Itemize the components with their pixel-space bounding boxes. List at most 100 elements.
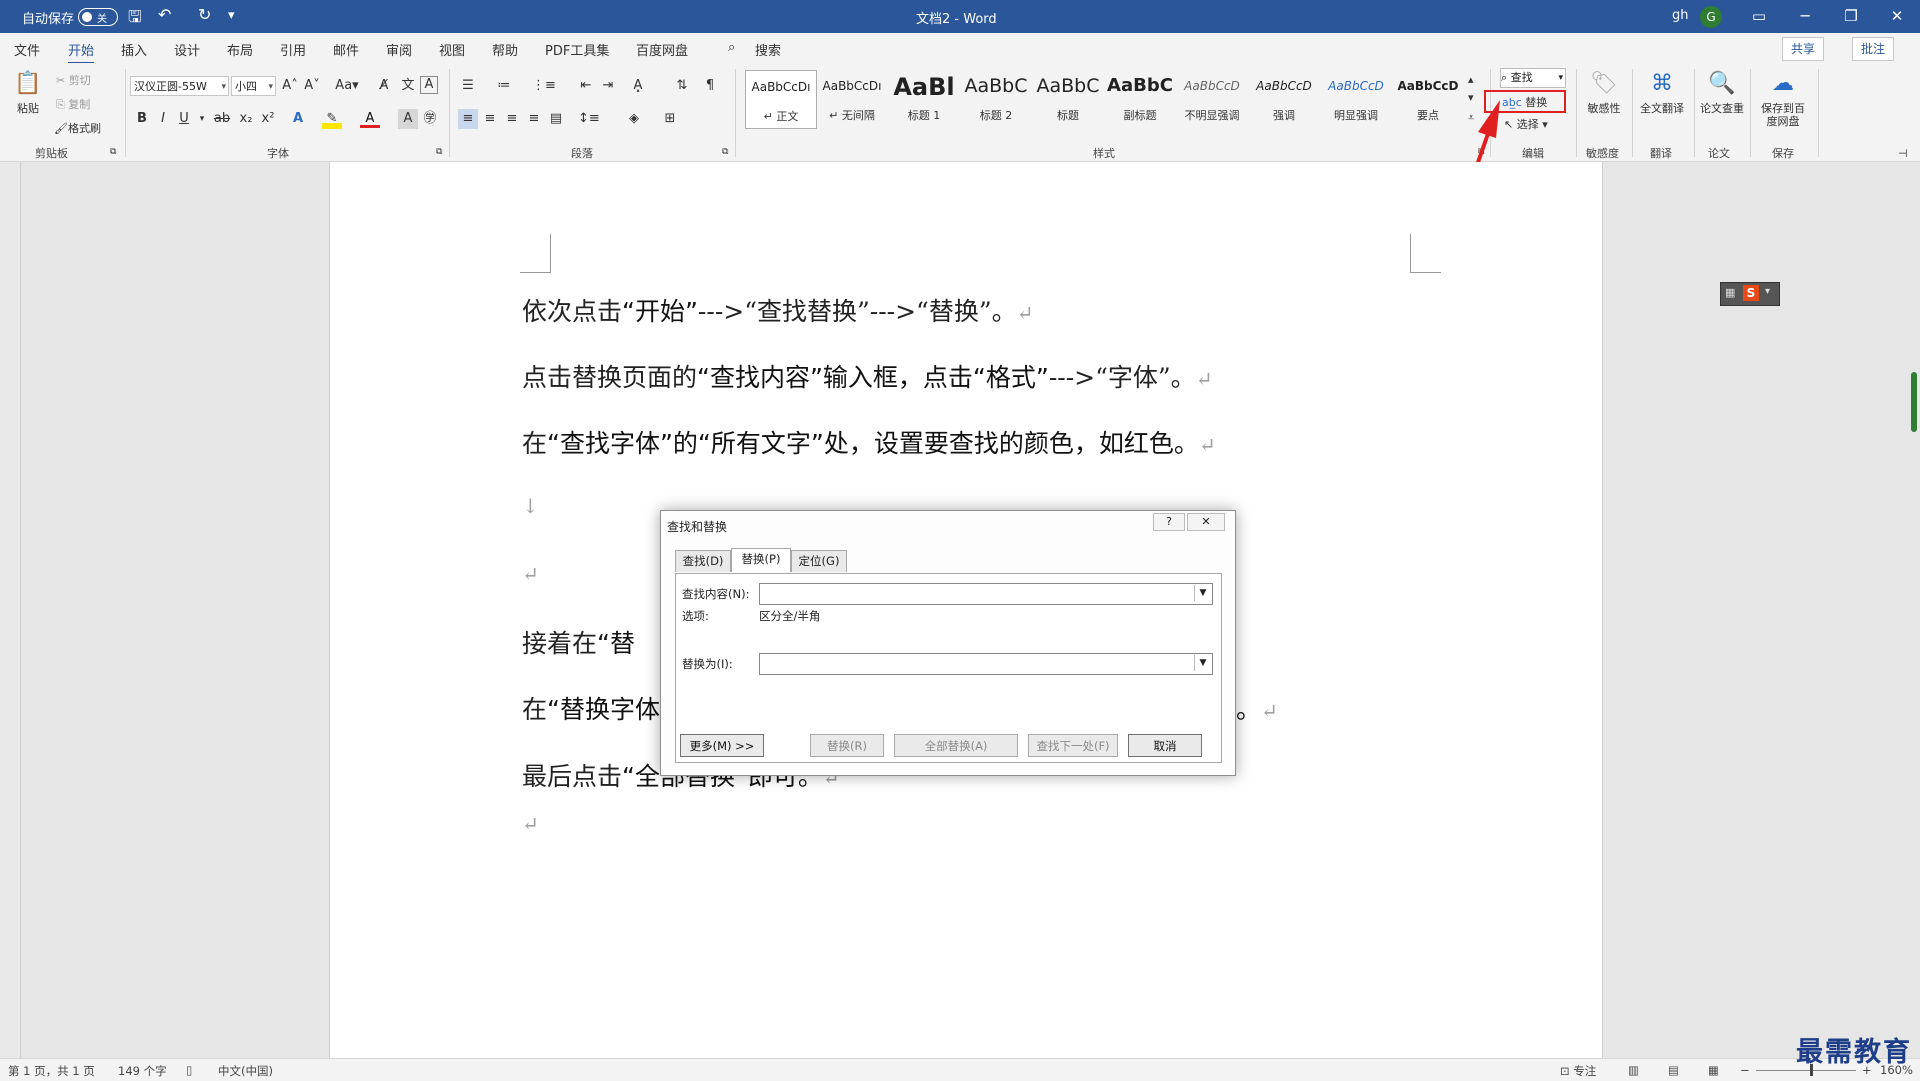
phonetic-guide-icon[interactable]: 文 xyxy=(398,76,418,96)
paragraph-4[interactable]: ↓ xyxy=(522,490,539,519)
tab-goto[interactable]: 定位(G) xyxy=(791,550,847,572)
style-heading-2[interactable]: AaBbC 标题 2 xyxy=(961,70,1031,127)
restore-icon[interactable]: ❐ xyxy=(1828,0,1874,33)
character-shading-icon[interactable]: A xyxy=(398,109,418,129)
font-color-icon[interactable]: A xyxy=(360,109,380,128)
underline-dropdown-icon[interactable]: ▾ xyxy=(192,109,212,129)
replace-all-button[interactable]: 全部替换(A) xyxy=(894,734,1018,757)
select-button[interactable]: ↖ 选择 ▾ xyxy=(1504,116,1548,132)
font-name-select[interactable]: 汉仪正圆-55W ▾ xyxy=(130,76,229,96)
style-no-spacing[interactable]: AaBbCcDı ↵ 无间隔 xyxy=(817,70,887,127)
format-painter-button[interactable]: 🖌格式刷 xyxy=(54,120,101,136)
tab-pdf-tools[interactable]: PDF工具集 xyxy=(545,40,609,59)
line-spacing-icon[interactable]: ↕≡ xyxy=(578,109,600,129)
chinese-layout-icon[interactable]: A͓ xyxy=(628,76,648,96)
font-size-select[interactable]: 小四 ▾ xyxy=(231,76,276,96)
tab-references[interactable]: 引用 xyxy=(280,40,306,59)
language[interactable]: 中文(中国) xyxy=(218,1063,273,1079)
paragraph-5[interactable]: ↵ xyxy=(522,558,539,587)
focus-button[interactable]: ⊡ 专注 xyxy=(1560,1063,1596,1079)
zoom-slider[interactable] xyxy=(1756,1070,1856,1071)
replace-with-input[interactable]: ▼ xyxy=(759,653,1213,675)
tab-file[interactable]: 文件 xyxy=(14,40,40,59)
close-button[interactable]: ✕ xyxy=(1187,513,1225,531)
align-right-icon[interactable]: ≡ xyxy=(502,109,522,129)
character-border-icon[interactable]: A xyxy=(420,76,438,94)
search-label[interactable]: 搜索 xyxy=(755,40,781,59)
paragraph-7[interactable]: 在“替换字体 xyxy=(522,690,660,726)
redo-icon[interactable]: ↻ xyxy=(198,5,211,24)
chevron-down-icon[interactable]: ▼ xyxy=(1194,655,1211,671)
grow-font-icon[interactable]: A˄ xyxy=(280,76,300,96)
shrink-font-icon[interactable]: A˅ xyxy=(302,76,322,96)
more-button[interactable]: 更多(M) >> xyxy=(680,734,764,757)
style-subtle-emphasis[interactable]: AaBbCcD 不明显强调 xyxy=(1177,70,1247,127)
align-left-icon[interactable]: ≡ xyxy=(458,109,478,129)
sensitivity-button[interactable]: 🏷 敏感性 xyxy=(1583,69,1625,115)
font-launcher-icon[interactable]: ⧉ xyxy=(436,147,442,157)
change-case-button[interactable]: Aa▾ xyxy=(332,76,362,96)
enclose-characters-icon[interactable]: ㊫ xyxy=(420,109,440,129)
superscript-icon[interactable]: x² xyxy=(258,109,278,129)
style-emphasis[interactable]: AaBbCcD 强调 xyxy=(1249,70,1319,127)
tab-help[interactable]: 帮助 xyxy=(492,40,518,59)
tab-home[interactable]: 开始 xyxy=(68,40,95,65)
underline-icon[interactable]: U xyxy=(174,109,194,129)
tab-find[interactable]: 查找(D) xyxy=(675,550,731,572)
proofing-icon[interactable]: ▯ xyxy=(186,1063,192,1077)
find-dropdown-icon[interactable]: ▾ xyxy=(1558,69,1563,87)
sort-icon[interactable]: ⇅ xyxy=(672,76,692,96)
tab-layout[interactable]: 布局 xyxy=(227,40,253,59)
collapse-ribbon-icon[interactable]: ⊣ xyxy=(1898,147,1908,160)
subscript-icon[interactable]: x₂ xyxy=(236,109,256,129)
web-layout-icon[interactable]: ▦ xyxy=(1708,1063,1719,1077)
tab-mailings[interactable]: 邮件 xyxy=(333,40,359,59)
style-title[interactable]: AaBbC 标题 xyxy=(1033,70,1103,127)
close-icon[interactable]: ✕ xyxy=(1874,0,1920,33)
ribbon-display-options-icon[interactable]: ▭ xyxy=(1736,0,1782,33)
word-count[interactable]: 149 个字 xyxy=(118,1063,167,1079)
replace-button[interactable]: 替换(R) xyxy=(810,734,884,757)
find-what-input[interactable]: ▼ xyxy=(759,583,1213,605)
customize-quick-access-icon[interactable]: ▾ xyxy=(228,8,235,23)
copy-button[interactable]: ⎘ 复制 xyxy=(56,96,90,112)
multilevel-list-icon[interactable]: ⋮≡ xyxy=(532,76,556,96)
tab-baidu-netdisk[interactable]: 百度网盘 xyxy=(636,40,688,59)
user-name[interactable]: gh xyxy=(1672,8,1689,23)
italic-icon[interactable]: I xyxy=(153,109,173,129)
style-intense-emphasis[interactable]: AaBbCcD 明显强调 xyxy=(1321,70,1391,127)
style-subtitle[interactable]: AaBbC 副标题 xyxy=(1105,70,1175,127)
increase-indent-icon[interactable]: ⇥ xyxy=(598,76,618,96)
cut-button[interactable]: ✂ 剪切 xyxy=(56,72,91,88)
minimize-icon[interactable]: ─ xyxy=(1782,0,1828,33)
save-to-baidu-button[interactable]: ☁ 保存到百度网盘 xyxy=(1756,69,1810,128)
save-icon[interactable]: 🖫 xyxy=(128,6,142,33)
tab-review[interactable]: 审阅 xyxy=(386,40,412,59)
print-layout-icon[interactable]: ▤ xyxy=(1668,1063,1679,1077)
paragraph-1[interactable]: 依次点击“开始”--->“查找替换”--->“替换”。↵ xyxy=(522,292,1033,328)
undo-icon[interactable]: ↶ xyxy=(158,5,171,24)
avatar[interactable]: G xyxy=(1700,6,1722,28)
bullets-icon[interactable]: ☰ xyxy=(458,76,478,96)
paper-check-button[interactable]: 🔍 论文查重 xyxy=(1700,69,1744,115)
style-heading-1[interactable]: AaBl 标题 1 xyxy=(889,70,959,127)
chevron-down-icon[interactable]: ▼ xyxy=(1194,585,1211,601)
comments-button[interactable]: 批注 xyxy=(1852,37,1895,61)
full-text-translate-button[interactable]: ⌘ 全文翻译 xyxy=(1640,69,1684,115)
paragraph-9[interactable]: ↵ xyxy=(522,808,539,837)
strikethrough-icon[interactable]: ab xyxy=(212,109,232,129)
tab-design[interactable]: 设计 xyxy=(174,40,200,59)
distributed-icon[interactable]: ▤ xyxy=(546,109,566,129)
find-next-button[interactable]: 查找下一处(F) xyxy=(1028,734,1118,757)
align-center-icon[interactable]: ≡ xyxy=(480,109,500,129)
show-formatting-marks-icon[interactable]: ¶ xyxy=(700,76,720,96)
decrease-indent-icon[interactable]: ⇤ xyxy=(576,76,596,96)
tab-view[interactable]: 视图 xyxy=(439,40,465,59)
paragraph-3[interactable]: 在“查找字体”的“所有文字”处，设置要查找的颜色，如红色。↵ xyxy=(522,424,1216,460)
help-button[interactable]: ? xyxy=(1153,513,1185,531)
text-effects-icon[interactable]: A xyxy=(288,109,308,129)
cancel-button[interactable]: 取消 xyxy=(1128,734,1202,757)
autosave-toggle[interactable]: 关 xyxy=(78,8,118,26)
ime-toolbar[interactable]: ▦ S ▾ xyxy=(1720,282,1780,306)
style-normal[interactable]: AaBbCcDı ↵ 正文 xyxy=(745,70,817,129)
